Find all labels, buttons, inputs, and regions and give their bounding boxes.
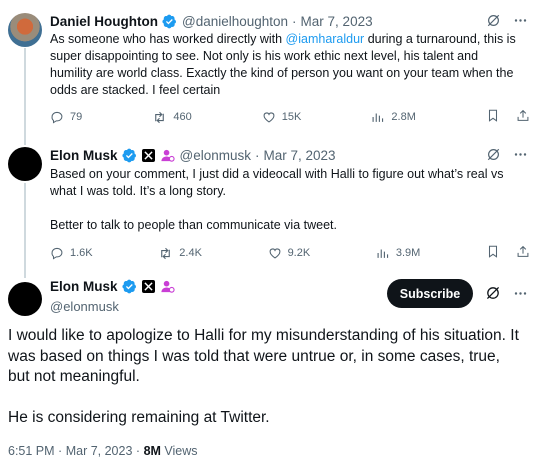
tweet-meta: 6:51 PM · Mar 7, 2023 · 8M Views [8,444,198,458]
tweet-paragraph: Better to talk to people than communicat… [50,218,337,232]
views-count: 3.9M [395,247,421,259]
main-tweet-header: Elon Musk [50,279,175,294]
tweet-header: Elon Musk @elonmusk · Mar 7, 2023 [50,145,336,165]
views-label: Views [164,444,198,458]
tweet-date[interactable]: Mar 7, 2023 [301,14,373,29]
x-affiliate-icon[interactable] [141,148,155,162]
reply-icon [51,247,63,260]
author-handle[interactable]: @elonmusk [50,299,119,314]
main-tweet-header-actions [485,285,528,301]
tweet-text: As someone who has worked directly with … [50,31,523,99]
separator-dot: · [58,444,63,458]
repost-count: 460 [173,111,192,123]
tweet-actions: 79 460 15K 2.8M [50,109,530,125]
repost-icon [155,111,165,123]
tweet-paragraph: Based on your comment, I just did a vide… [50,167,504,198]
like-count: 9.2K [287,247,311,259]
mention-link[interactable]: @iamharaldur [286,32,365,46]
main-tweet-text: I would like to apologize to Halli for m… [8,326,525,429]
author-handle[interactable]: @elonmusk [180,148,251,163]
person-badge-icon[interactable] [160,148,175,163]
views-button[interactable]: 3.9M [376,246,420,260]
tweet-header-actions [486,13,528,28]
repost-button[interactable]: 2.4K [158,246,202,261]
bookmark-icon[interactable] [486,108,500,126]
tweet-date[interactable]: Mar 7, 2023 [66,444,133,458]
repost-button[interactable]: 460 [152,110,192,125]
views-count: 8M [143,444,161,458]
tweet-reply-1[interactable]: Daniel Houghton @danielhoughton · Mar 7,… [0,11,543,131]
views-button[interactable]: 2.8M [371,110,416,124]
share-icon[interactable] [516,108,530,126]
repost-count: 2.4K [179,247,202,259]
grok-icon[interactable] [486,13,501,28]
separator-dot: · [292,13,297,29]
repost-icon [161,247,171,259]
avatar[interactable] [8,147,42,181]
tweet-text-start: As someone who has worked directly with [50,32,286,46]
more-icon[interactable] [513,13,528,28]
author-name[interactable]: Elon Musk [50,279,118,294]
author-name[interactable]: Elon Musk [50,148,118,163]
reply-count: 1.6K [70,247,93,259]
reply-button[interactable]: 79 [50,110,82,124]
views-icon [377,249,388,258]
tweet-actions-right [486,108,530,126]
tweet-paragraph: I would like to apologize to Halli for m… [8,327,519,385]
grok-icon[interactable] [486,147,501,162]
tweet-header-actions [486,147,528,162]
tweet-text: Based on your comment, I just did a vide… [50,166,523,234]
tweet-date[interactable]: Mar 7, 2023 [264,148,336,163]
bookmark-icon[interactable] [486,244,500,262]
subscribe-button[interactable]: Subscribe [387,279,473,308]
reply-icon [51,111,63,124]
tweet-time[interactable]: 6:51 PM [8,444,55,458]
views-count: 2.8M [391,111,416,123]
verified-icon [121,148,137,163]
like-button[interactable]: 9.2K [268,246,311,260]
like-icon [269,248,280,259]
x-affiliate-icon[interactable] [141,280,155,293]
share-icon[interactable] [516,244,530,262]
tweet-header: Daniel Houghton @danielhoughton · Mar 7,… [50,11,373,31]
avatar[interactable] [8,282,42,316]
reply-count: 79 [70,111,83,123]
verified-icon [162,14,177,29]
verified-icon [121,279,137,294]
views-icon [372,113,384,122]
avatar[interactable] [8,13,42,47]
person-badge-icon[interactable] [160,279,175,294]
tweet-reply-2[interactable]: Elon Musk @elonmusk · Mar 7, 2023 Based … [0,145,543,270]
like-button[interactable]: 15K [262,110,302,124]
more-icon[interactable] [513,147,528,162]
tweet-paragraph: He is considering remaining at Twitter. [8,409,270,426]
author-handle[interactable]: @danielhoughton [182,14,288,29]
like-icon [263,112,275,123]
more-icon[interactable] [513,286,528,301]
main-tweet: Elon Musk @elonmusk Subscribe I would li… [0,279,543,469]
grok-icon[interactable] [485,285,501,301]
tweet-actions: 1.6K 2.4K 9.2K 3.9M [50,245,530,261]
separator-dot: · [135,444,141,458]
reply-button[interactable]: 1.6K [50,246,93,260]
like-count: 15K [281,111,302,123]
separator-dot: · [255,147,260,163]
author-name[interactable]: Daniel Houghton [50,14,158,29]
tweet-actions-right [486,244,530,262]
